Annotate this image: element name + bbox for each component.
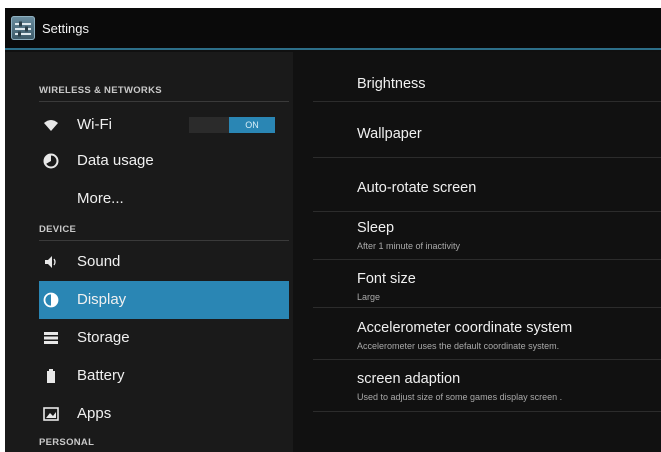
pref-title: Brightness bbox=[357, 76, 426, 92]
sidebar-item-label: Storage bbox=[77, 329, 130, 346]
pref-brightness[interactable]: Brightness bbox=[313, 52, 661, 102]
apps-icon bbox=[43, 407, 59, 421]
display-settings-panel: Brightness Wallpaper Auto-rotate screen … bbox=[293, 52, 661, 452]
pref-summary: Used to adjust size of some games displa… bbox=[357, 392, 563, 402]
wifi-toggle-state: ON bbox=[229, 117, 275, 133]
pref-summary: Large bbox=[357, 292, 381, 302]
pref-auto-rotate[interactable]: Auto-rotate screen bbox=[313, 158, 661, 212]
sidebar-item-label: More... bbox=[77, 190, 124, 207]
pref-title: Accelerometer coordinate system bbox=[357, 320, 573, 336]
settings-app-icon[interactable] bbox=[11, 16, 35, 40]
sidebar-item-label: Data usage bbox=[77, 152, 154, 169]
settings-screen: Settings WIRELESS & NETWORKS Wi-Fi ON Da… bbox=[5, 8, 661, 452]
sidebar-item-label: Battery bbox=[77, 367, 125, 384]
storage-icon bbox=[44, 332, 58, 344]
pref-wallpaper[interactable]: Wallpaper bbox=[313, 102, 661, 158]
section-personal: PERSONAL bbox=[39, 437, 95, 448]
pref-screen-adaption[interactable]: screen adaption Used to adjust size of s… bbox=[313, 360, 661, 412]
pref-title: Font size bbox=[357, 271, 416, 287]
sidebar-item-label: Sound bbox=[77, 253, 121, 270]
data-usage-icon bbox=[43, 153, 59, 169]
display-icon bbox=[43, 292, 59, 308]
sidebar-item-label: Wi-Fi bbox=[77, 116, 112, 133]
section-wireless-networks: WIRELESS & NETWORKS bbox=[39, 85, 289, 102]
sidebar-item-data-usage[interactable]: Data usage bbox=[39, 142, 289, 180]
action-bar: Settings bbox=[5, 8, 661, 50]
sidebar-item-display[interactable]: Display bbox=[39, 281, 289, 319]
battery-icon bbox=[47, 369, 55, 383]
wifi-toggle[interactable]: ON bbox=[189, 117, 275, 133]
pref-accelerometer[interactable]: Accelerometer coordinate system Accelero… bbox=[313, 308, 661, 360]
sidebar-item-sound[interactable]: Sound bbox=[39, 243, 289, 281]
sidebar-item-wifi[interactable]: Wi-Fi ON bbox=[39, 106, 289, 144]
sidebar-item-apps[interactable]: Apps bbox=[39, 395, 289, 433]
pref-font-size[interactable]: Font size Large bbox=[313, 260, 661, 308]
pref-title: Sleep bbox=[357, 220, 395, 236]
pref-summary: Accelerometer uses the default coordinat… bbox=[357, 341, 560, 351]
app-title: Settings bbox=[42, 21, 89, 36]
wifi-icon bbox=[44, 120, 58, 131]
sidebar-item-more[interactable]: More... bbox=[39, 180, 289, 218]
sidebar-item-storage[interactable]: Storage bbox=[39, 319, 289, 357]
speaker-icon bbox=[45, 256, 56, 268]
settings-sidebar: WIRELESS & NETWORKS Wi-Fi ON Data usage … bbox=[5, 52, 293, 452]
section-device: DEVICE bbox=[39, 224, 289, 241]
sidebar-item-label: Display bbox=[77, 291, 127, 308]
sidebar-item-battery[interactable]: Battery bbox=[39, 357, 289, 395]
sidebar-item-label: Apps bbox=[77, 405, 112, 422]
pref-title: Auto-rotate screen bbox=[357, 180, 477, 196]
pref-summary: After 1 minute of inactivity bbox=[357, 241, 461, 251]
pref-sleep[interactable]: Sleep After 1 minute of inactivity bbox=[313, 212, 661, 260]
pref-title: Wallpaper bbox=[357, 126, 422, 142]
pref-title: screen adaption bbox=[357, 371, 461, 387]
